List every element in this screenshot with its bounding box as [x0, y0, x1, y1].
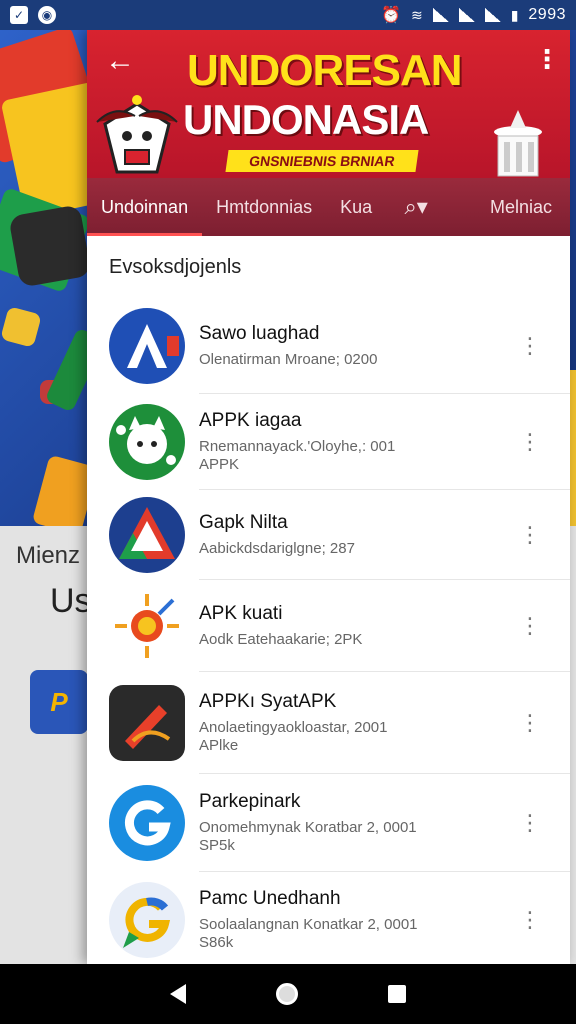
g-icon	[109, 784, 185, 861]
section-title: Evsoksdjojenls	[109, 255, 242, 278]
app-meta: Rnemannayack.'Oloyhe,: 001	[199, 437, 396, 455]
banner-title-line2: UNDONASIA	[183, 96, 429, 143]
more-vert-icon[interactable]: ⋮	[512, 907, 548, 933]
battery-icon: ▮	[510, 6, 519, 23]
app-size: SP5k	[199, 836, 235, 854]
more-vert-icon[interactable]: ⋮	[512, 810, 548, 836]
banner: ← ⋮ UNDORESAN UNDONASIA GNSNIEBNIS BRNIA…	[87, 30, 570, 178]
tab-melniac[interactable]: Melniac	[476, 178, 570, 236]
banner-subtitle: GNSNIEBNIS BRNIAR	[225, 150, 419, 172]
app-meta: Soolaalangnan Konatkar 2, 0001	[199, 916, 418, 933]
back-arrow-icon[interactable]: ←	[105, 46, 135, 76]
background-text: Mienz	[16, 542, 81, 569]
list-item[interactable]: APK kuati Aodk Eatehaakarie; 2PK ⋮	[109, 580, 570, 672]
cat-icon	[109, 403, 185, 480]
app-title: APPK iagaa	[199, 409, 302, 431]
list-item[interactable]: APPKı SyatAPK Anolaetingyaokloastar, 200…	[109, 672, 570, 774]
signal-icon	[458, 8, 475, 22]
app-title: Gapk Nilta	[199, 511, 288, 533]
more-vert-icon[interactable]: ⋮	[512, 710, 548, 736]
alarm-icon: ⏰	[381, 7, 401, 24]
app-size: APlke	[199, 736, 239, 754]
tab-bar: Undoinnan Hmtdonnias Kua ⌕▾ Melniac	[87, 178, 570, 236]
building-icon	[494, 110, 542, 177]
nav-back-icon[interactable]	[170, 984, 186, 1004]
app-title: APK kuati	[199, 602, 283, 624]
more-vert-icon[interactable]: ⋮	[512, 429, 548, 455]
app-title: Parkepinark	[199, 790, 301, 812]
app-meta: Onomehmynak Koratbar 2, 0001	[199, 818, 417, 836]
notification-icon: ✓	[10, 6, 28, 24]
more-vert-icon[interactable]: ⋮	[512, 522, 548, 548]
more-vert-icon[interactable]: ⋮	[512, 333, 548, 359]
app-meta: Olenatirman Mroane; 0200	[199, 350, 378, 368]
navigation-bar	[0, 964, 576, 1024]
app-title: APPKı SyatAPK	[199, 690, 337, 712]
nav-recents-icon[interactable]	[388, 985, 406, 1003]
pen-icon	[109, 684, 185, 761]
list-item[interactable]: Gapk Nilta Aabickdsdariglgne; 287 ⋮	[109, 490, 570, 580]
app-meta: Anolaetingyaokloastar, 2001	[199, 718, 388, 736]
background-badge: P	[30, 670, 88, 734]
list-item[interactable]: Sawo luaghad Olenatirman Mroane; 0200 ⋮	[109, 298, 570, 394]
mascot-icon	[96, 95, 178, 174]
sun-target-icon	[109, 587, 185, 664]
app-title: Pamc Unedhanh	[199, 888, 341, 909]
list-item[interactable]: APPK iagaa Rnemannayack.'Oloyhe,: 001 AP…	[109, 394, 570, 490]
tab-kua[interactable]: Kua	[326, 178, 386, 236]
app-title: Sawo luaghad	[199, 322, 320, 344]
list-item[interactable]: Parkepinark Onomehmynak Koratbar 2, 0001…	[109, 774, 570, 872]
arrow-a-icon	[109, 307, 185, 384]
app-size: S86k	[199, 934, 234, 951]
app-meta: Aodk Eatehaakarie; 2PK	[199, 630, 363, 648]
list-item[interactable]: Pamc Unedhanh Soolaalangnan Konatkar 2, …	[109, 872, 570, 964]
signal-icon	[484, 8, 501, 22]
app-meta: Aabickdsdariglgne; 287	[199, 539, 355, 557]
overflow-menu-icon[interactable]: ⋮	[534, 44, 560, 74]
tab-undoinnan[interactable]: Undoinnan	[87, 178, 203, 236]
triangle-icon	[109, 496, 185, 573]
banner-title-line1: UNDORESAN	[187, 46, 463, 95]
g-chat-icon	[109, 882, 185, 958]
status-time: 2993	[528, 6, 566, 23]
more-vert-icon[interactable]: ⋮	[512, 613, 548, 639]
app-size: APPK	[199, 455, 240, 473]
search-icon[interactable]: ⌕▾	[386, 178, 446, 236]
wifi-icon: ≋	[410, 6, 423, 23]
app-detail-panel: ← ⋮ UNDORESAN UNDONASIA GNSNIEBNIS BRNIA…	[87, 30, 570, 964]
signal-icon	[432, 8, 449, 22]
tab-hmtdonnias[interactable]: Hmtdonnias	[202, 178, 326, 236]
status-bar: ✓ ◉ ⏰ ≋ ▮ 2993	[0, 0, 576, 30]
app-icon: ◉	[38, 6, 56, 24]
nav-home-icon[interactable]	[276, 983, 298, 1005]
app-list: Sawo luaghad Olenatirman Mroane; 0200 ⋮ …	[87, 298, 570, 964]
background-heading: Us	[50, 582, 92, 620]
